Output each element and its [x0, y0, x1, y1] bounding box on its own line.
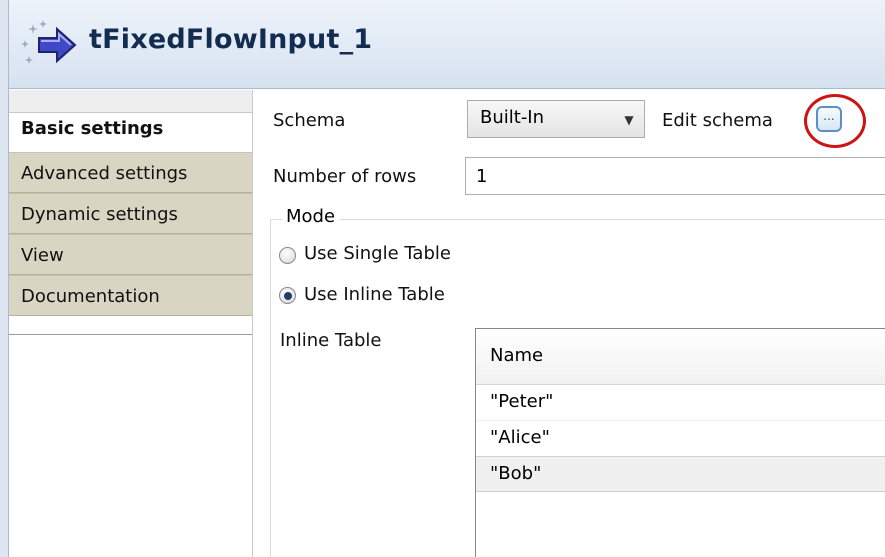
inline-table[interactable]: Name "Peter" "Alice" "Bob": [475, 328, 885, 557]
radio-single-table[interactable]: [279, 247, 296, 264]
schema-label: Schema: [273, 110, 346, 131]
schema-combo[interactable]: Built-In ▼: [467, 100, 645, 138]
tab-label: View: [21, 245, 64, 266]
component-header: tFixedFlowInput_1: [9, 0, 885, 89]
table-row-selected[interactable]: "Bob": [476, 456, 885, 492]
rows-input[interactable]: 1: [465, 157, 885, 195]
edit-schema-label: Edit schema: [662, 110, 773, 131]
column-header-name[interactable]: Name: [476, 329, 885, 385]
tab-documentation[interactable]: Documentation: [9, 275, 252, 316]
radio-inline-table[interactable]: [279, 287, 296, 304]
tab-label: Basic settings: [21, 118, 164, 139]
component-title: tFixedFlowInput_1: [89, 24, 373, 55]
tab-label: Advanced settings: [21, 163, 188, 184]
settings-tabs: Basic settings Advanced settings Dynamic…: [9, 90, 252, 557]
rows-label: Number of rows: [273, 166, 417, 187]
mode-group-title: Mode: [282, 206, 340, 227]
tabs-bottom-border: [9, 334, 252, 335]
tab-basic-settings[interactable]: Basic settings: [9, 90, 252, 152]
table-row[interactable]: "Alice": [476, 421, 885, 457]
tab-label: Dynamic settings: [21, 204, 178, 225]
left-edge-strip: [0, 0, 9, 557]
tabs-divider: [252, 90, 253, 557]
tab-dynamic-settings[interactable]: Dynamic settings: [9, 193, 252, 234]
highlight-circle: [804, 94, 866, 148]
fixed-flow-input-icon: [19, 18, 81, 68]
inline-table-label: Inline Table: [280, 330, 382, 351]
radio-inline-table-label: Use Inline Table: [304, 284, 445, 305]
radio-single-table-label: Use Single Table: [304, 243, 451, 264]
tab-advanced-settings[interactable]: Advanced settings: [9, 152, 252, 193]
tab-view[interactable]: View: [9, 234, 252, 275]
table-row[interactable]: "Peter": [476, 385, 885, 421]
tab-label: Documentation: [21, 286, 160, 307]
schema-combo-value: Built-In: [480, 107, 545, 128]
chevron-down-icon[interactable]: ▼: [614, 101, 644, 137]
